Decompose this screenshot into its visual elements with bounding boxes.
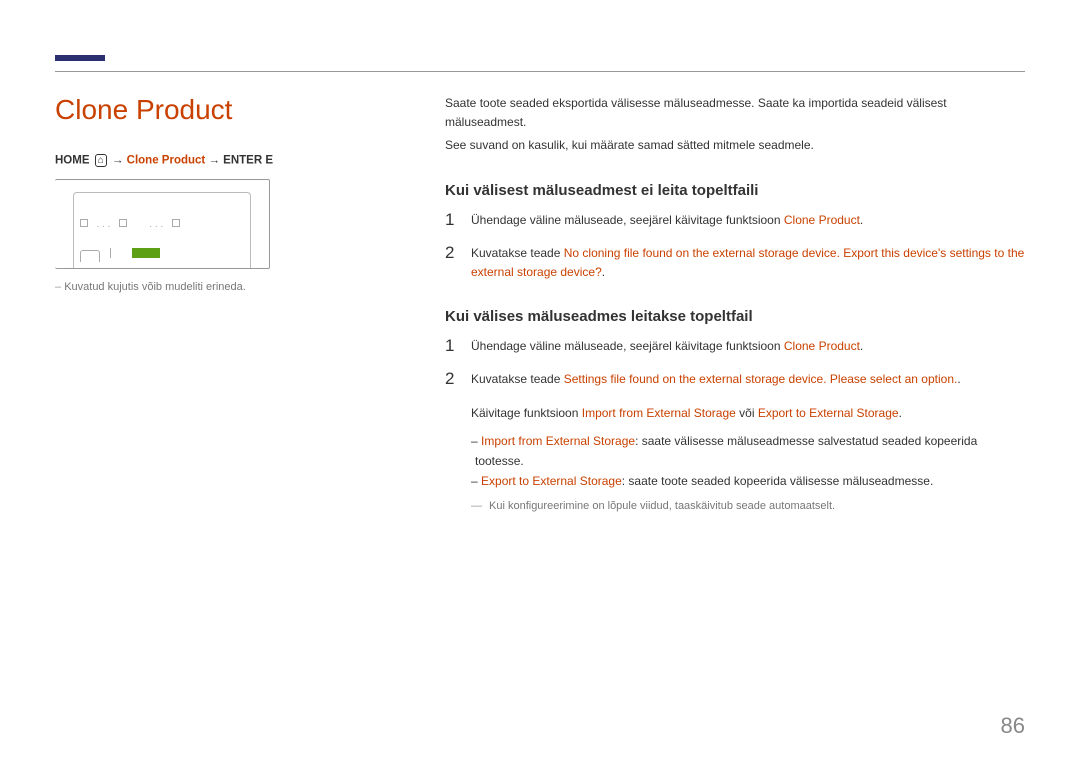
text: : saate toote seaded kopeerida välisesse… — [622, 474, 934, 488]
intro-paragraph-1: Saate toote seaded eksportida välisesse … — [445, 94, 1025, 132]
text: või — [736, 406, 758, 420]
text: . — [860, 213, 863, 227]
import-label: Import from External Storage — [481, 434, 635, 448]
text: Ühendage väline mäluseade, seejärel käiv… — [471, 339, 784, 353]
content-area: Clone Product HOME ⌂ → Clone Product → E… — [55, 94, 1025, 512]
step-number: 2 — [445, 244, 457, 282]
text: Kuvatakse teade — [471, 372, 564, 386]
header-accent-bar — [55, 55, 105, 61]
run-function-text: Käivitage funktsioon Import from Externa… — [471, 404, 1025, 423]
arrow-icon: → — [112, 155, 127, 167]
divider-line — [55, 71, 1025, 72]
section1-heading: Kui välisest mäluseadmest ei leita topel… — [445, 182, 1025, 199]
list-item: Import from External Storage: saate väli… — [475, 431, 1025, 472]
config-footnote: ―Kui konfigureerimine on lõpule viidud, … — [471, 500, 1025, 512]
left-column: Clone Product HOME ⌂ → Clone Product → E… — [55, 94, 375, 512]
text: Käivitage funktsioon — [471, 406, 582, 420]
section2-step1: 1 Ühendage väline mäluseade, seejärel kä… — [445, 337, 1025, 356]
clone-product-label: Clone Product — [784, 339, 860, 353]
home-icon: ⌂ — [95, 154, 107, 167]
image-footnote: Kuvatud kujutis võib mudeliti erineda. — [55, 281, 375, 293]
arrow-icon: → — [208, 155, 223, 167]
section1-step1: 1 Ühendage väline mäluseade, seejärel kä… — [445, 211, 1025, 230]
section2-step2: 2 Kuvatakse teade Settings file found on… — [445, 370, 1025, 389]
text: . — [602, 265, 605, 279]
green-indicator — [132, 248, 160, 258]
export-option-label: Export to External Storage — [758, 406, 899, 420]
text: Kuvatakse teade — [471, 246, 564, 260]
device-illustration: . . . . . . — [55, 179, 270, 269]
breadcrumb-home: HOME — [55, 155, 90, 167]
breadcrumb-clone-product: Clone Product — [127, 155, 206, 167]
export-label: Export to External Storage — [481, 474, 622, 488]
text: . — [860, 339, 863, 353]
section2-heading: Kui välises mäluseadmes leitakse topeltf… — [445, 308, 1025, 325]
page-title: Clone Product — [55, 94, 375, 126]
step-number: 2 — [445, 370, 457, 389]
step-number: 1 — [445, 337, 457, 356]
step-text: Ühendage väline mäluseade, seejärel käiv… — [471, 337, 863, 356]
text: Ühendage väline mäluseade, seejärel käiv… — [471, 213, 784, 227]
section1-step2: 2 Kuvatakse teade No cloning file found … — [445, 244, 1025, 282]
footnote-text: Kui konfigureerimine on lõpule viidud, t… — [489, 500, 835, 512]
import-option-label: Import from External Storage — [582, 406, 736, 420]
step-text: Kuvatakse teade Settings file found on t… — [471, 370, 961, 389]
breadcrumb: HOME ⌂ → Clone Product → ENTER E — [55, 154, 375, 167]
message-text: Settings file found on the external stor… — [564, 372, 958, 386]
option-list: Import from External Storage: saate väli… — [471, 431, 1025, 492]
page-number: 86 — [1001, 713, 1025, 739]
dash-icon: ― — [471, 500, 489, 512]
list-item: Export to External Storage: saate toote … — [475, 471, 1025, 491]
right-column: Saate toote seaded eksportida välisesse … — [445, 94, 1025, 512]
clone-product-label: Clone Product — [784, 213, 860, 227]
step-text: Kuvatakse teade No cloning file found on… — [471, 244, 1025, 282]
text: . — [957, 372, 960, 386]
intro-paragraph-2: See suvand on kasulik, kui määrate samad… — [445, 136, 1025, 155]
step-text: Ühendage väline mäluseade, seejärel käiv… — [471, 211, 863, 230]
text: . — [899, 406, 902, 420]
step-number: 1 — [445, 211, 457, 230]
breadcrumb-enter: ENTER E — [223, 155, 273, 167]
